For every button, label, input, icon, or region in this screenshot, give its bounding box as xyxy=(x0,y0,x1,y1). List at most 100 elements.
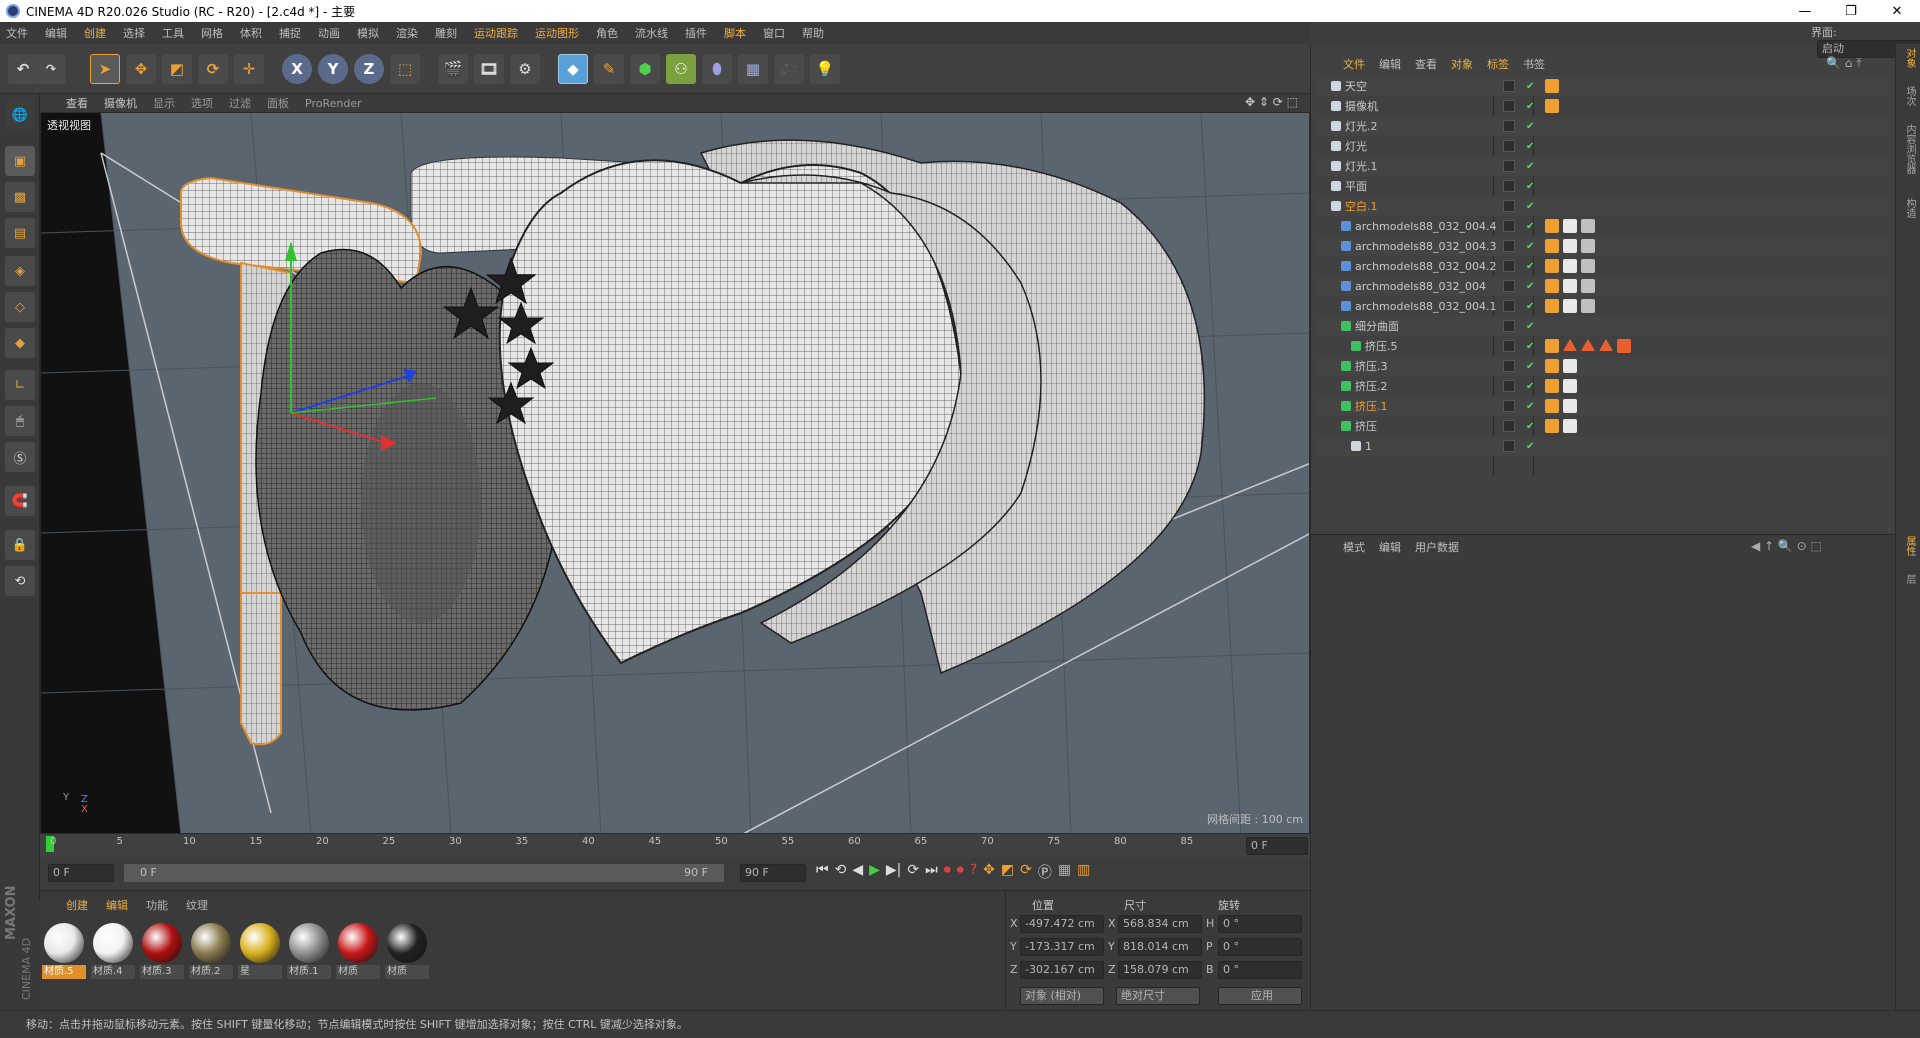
menu-item[interactable]: 动画 xyxy=(318,25,340,41)
material-tag-icon[interactable] xyxy=(1581,339,1595,351)
array-button[interactable]: ⚇ xyxy=(666,54,696,84)
menu-item[interactable]: 脚本 xyxy=(724,25,746,41)
undo-button[interactable]: ↶ xyxy=(8,54,38,84)
lock-workplane-icon[interactable]: 🔒 xyxy=(5,530,35,560)
parameter-key-icon[interactable]: Ⓟ xyxy=(1038,862,1052,882)
visibility-toggle[interactable] xyxy=(1503,380,1515,392)
visibility-toggle[interactable] xyxy=(1503,240,1515,252)
visibility-toggle[interactable] xyxy=(1503,440,1515,452)
material-tag-icon[interactable] xyxy=(1581,239,1595,253)
material-swatch[interactable]: 星 xyxy=(238,921,282,979)
render-view-button[interactable]: 🎬 xyxy=(438,54,468,84)
texture-mode-icon[interactable]: ▩ xyxy=(5,182,35,212)
menu-item[interactable]: 创建 xyxy=(84,25,106,41)
model-mode-icon[interactable]: ▣ xyxy=(5,146,35,176)
object-row[interactable]: archmodels88_032_004.3 ✔ xyxy=(1317,236,1889,256)
visibility-toggle[interactable] xyxy=(1503,140,1515,152)
visibility-toggle[interactable] xyxy=(1503,80,1515,92)
enable-check-icon[interactable]: ✔ xyxy=(1526,201,1534,212)
material-tag-icon[interactable] xyxy=(1545,359,1559,373)
menu-item[interactable]: 窗口 xyxy=(763,25,785,41)
object-menu-item[interactable]: 书签 xyxy=(1523,56,1545,72)
coord-mode-select[interactable]: 对象 (相对) xyxy=(1020,987,1104,1005)
next-key-icon[interactable]: ⟳ xyxy=(907,862,919,882)
material-tag-icon[interactable] xyxy=(1545,79,1559,93)
maximize-button[interactable]: ❐ xyxy=(1828,0,1874,22)
object-row[interactable]: 挤压.2 ✔ xyxy=(1317,376,1889,396)
material-tag-icon[interactable] xyxy=(1545,339,1559,353)
move-tool-button[interactable]: ✥ xyxy=(126,54,156,84)
enable-check-icon[interactable]: ✔ xyxy=(1526,441,1534,452)
x-axis-lock-button[interactable]: X xyxy=(282,54,312,84)
object-row[interactable]: 细分曲面 ✔ xyxy=(1317,316,1889,336)
previous-key-icon[interactable]: ⟲ xyxy=(835,862,847,882)
side-tab[interactable]: 内容浏览器 xyxy=(1899,124,1917,174)
material-tag-icon[interactable] xyxy=(1545,239,1559,253)
object-menu-item[interactable]: 对象 xyxy=(1451,56,1473,72)
material-tag-icon[interactable] xyxy=(1563,379,1577,393)
menu-item[interactable]: 网格 xyxy=(201,25,223,41)
material-tag-icon[interactable] xyxy=(1545,219,1559,233)
cube-object-button[interactable]: ◆ xyxy=(558,54,588,84)
tweak-mode-icon[interactable]: 🖱 xyxy=(5,406,35,436)
camera-button[interactable]: 🎥 xyxy=(774,54,804,84)
object-row[interactable]: 灯光.2 ✔ xyxy=(1317,116,1889,136)
axis-mode-icon[interactable]: ∟ xyxy=(5,370,35,400)
position-y-field[interactable]: -173.317 cm xyxy=(1020,938,1104,956)
visibility-toggle[interactable] xyxy=(1503,320,1515,332)
deformer-button[interactable]: ⬮ xyxy=(702,54,732,84)
enable-check-icon[interactable]: ✔ xyxy=(1526,121,1534,132)
viewport-menu-item[interactable]: 摄像机 xyxy=(104,95,137,111)
frame-range-slider[interactable]: 0 F 90 F xyxy=(124,864,724,882)
menu-item[interactable]: 工具 xyxy=(162,25,184,41)
pen-spline-button[interactable]: ✎ xyxy=(594,54,624,84)
position-z-field[interactable]: -302.167 cm xyxy=(1020,961,1104,979)
enable-check-icon[interactable]: ✔ xyxy=(1526,381,1534,392)
viewport-menu-item[interactable]: 过滤 xyxy=(229,95,251,111)
light-button[interactable]: 💡 xyxy=(810,54,840,84)
visibility-toggle[interactable] xyxy=(1503,300,1515,312)
material-tag-icon[interactable] xyxy=(1563,259,1577,273)
size-x-field[interactable]: 568.834 cm xyxy=(1118,915,1202,933)
snap-icon[interactable]: 🧲 xyxy=(5,486,35,516)
rotation-h-field[interactable]: 0 ° xyxy=(1218,915,1302,933)
menu-item[interactable]: 选择 xyxy=(123,25,145,41)
menu-item[interactable]: 角色 xyxy=(596,25,618,41)
material-tag-icon[interactable] xyxy=(1545,259,1559,273)
material-tag-icon[interactable] xyxy=(1581,299,1595,313)
visibility-toggle[interactable] xyxy=(1503,160,1515,172)
menu-item[interactable]: 插件 xyxy=(685,25,707,41)
menu-item[interactable]: 雕刻 xyxy=(435,25,457,41)
enable-check-icon[interactable]: ✔ xyxy=(1526,161,1534,172)
object-row[interactable]: 天空 ✔ xyxy=(1317,76,1889,96)
menu-item[interactable]: 流水线 xyxy=(635,25,668,41)
material-swatch[interactable]: 材质.3 xyxy=(140,921,184,979)
viewport-nav-icons[interactable]: ✥ ⇕ ⟳ ⬚ xyxy=(1245,95,1298,109)
workplane-mode-icon[interactable]: ▤ xyxy=(5,218,35,248)
object-row[interactable]: 挤压.3 ✔ xyxy=(1317,356,1889,376)
play-icon[interactable]: ▶ xyxy=(869,862,880,882)
object-manager-tools[interactable]: 🔍 ⌂ ⤒ xyxy=(1826,56,1862,71)
material-swatch[interactable]: 材质.5 xyxy=(42,921,86,979)
object-row[interactable]: 灯光 ✔ xyxy=(1317,136,1889,156)
material-tag-icon[interactable] xyxy=(1581,259,1595,273)
material-tag-icon[interactable] xyxy=(1563,359,1577,373)
enable-check-icon[interactable]: ✔ xyxy=(1526,301,1534,312)
attribute-menu-item[interactable]: 模式 xyxy=(1343,539,1365,555)
viewport-menu-item[interactable]: 查看 xyxy=(66,95,88,111)
object-menu-item[interactable]: 文件 xyxy=(1343,56,1365,72)
material-tag-icon[interactable] xyxy=(1581,279,1595,293)
viewport-menu-item[interactable]: ProRender xyxy=(305,97,362,110)
position-x-field[interactable]: -497.472 cm xyxy=(1020,915,1104,933)
enable-check-icon[interactable]: ✔ xyxy=(1526,341,1534,352)
menu-item[interactable]: 运动跟踪 xyxy=(474,25,518,41)
size-z-field[interactable]: 158.079 cm xyxy=(1118,961,1202,979)
material-swatch[interactable]: 材质 xyxy=(336,921,380,979)
visibility-toggle[interactable] xyxy=(1503,340,1515,352)
material-tag-icon[interactable] xyxy=(1545,399,1559,413)
material-tag-icon[interactable] xyxy=(1563,399,1577,413)
visibility-toggle[interactable] xyxy=(1503,100,1515,112)
perspective-viewport[interactable]: 透视视图 Y Z X 网格间距 : 100 cm xyxy=(40,112,1310,834)
close-button[interactable]: ✕ xyxy=(1874,0,1920,22)
enable-check-icon[interactable]: ✔ xyxy=(1526,101,1534,112)
